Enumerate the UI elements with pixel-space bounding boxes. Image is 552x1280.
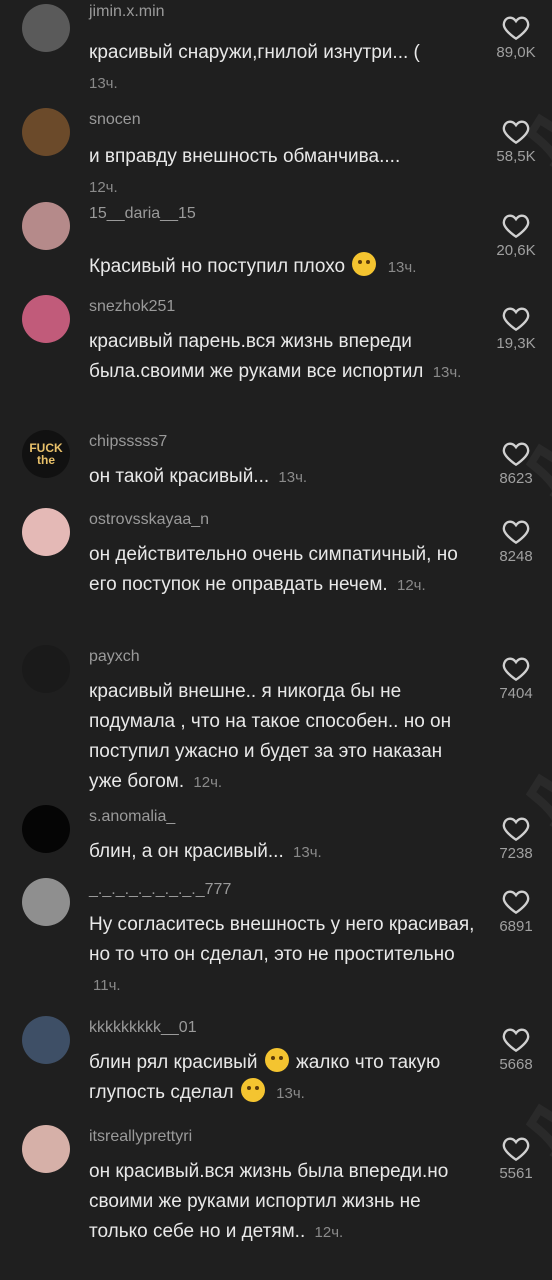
comment-text: Ну согласитесь внешность у него красивая… <box>89 910 479 1001</box>
like-count: 20,6K <box>496 242 536 259</box>
like-button[interactable]: 5668 <box>488 1026 544 1073</box>
comment-time: 13ч. <box>278 469 308 486</box>
comment-time: 12ч. <box>89 179 118 196</box>
comment-body: блин, а он красивый... <box>89 841 284 862</box>
avatar[interactable] <box>22 202 70 250</box>
avatar[interactable] <box>22 1016 70 1064</box>
comment-text: красивый снаружи,гнилой изнутри... ( 13ч… <box>89 38 479 99</box>
avatar[interactable] <box>22 508 70 556</box>
comment-text: блин рял красивый жалко что такую глупос… <box>89 1048 479 1109</box>
comment-text: красивый парень.вся жизнь впереди была.с… <box>89 327 479 388</box>
comment-time: 13ч. <box>276 1085 305 1102</box>
comment-username[interactable]: s.anomalia_ <box>89 808 175 826</box>
comment-body: он такой красивый... <box>89 466 270 487</box>
like-button[interactable]: 8248 <box>488 518 544 565</box>
comment-username[interactable]: 15__daria__15 <box>89 205 196 223</box>
like-button[interactable]: 8623 <box>488 440 544 487</box>
like-button[interactable]: 5561 <box>488 1135 544 1182</box>
heart-icon <box>502 890 530 914</box>
comment-time: 12ч. <box>314 1224 344 1241</box>
comment-username[interactable]: ostrovsskayaa_n <box>89 511 209 529</box>
comment-body: он красивый.вся жизнь была впереди.но св… <box>89 1161 449 1242</box>
comment-time: 13ч. <box>89 75 118 92</box>
like-count: 5561 <box>499 1165 533 1182</box>
like-count: 19,3K <box>496 335 536 352</box>
like-count: 58,5K <box>496 148 536 165</box>
pensive-emoji-icon <box>352 252 377 276</box>
avatar[interactable]: FUCK the <box>22 430 70 478</box>
comment-username[interactable]: kkkkkkkkk__01 <box>89 1019 197 1037</box>
like-count: 6891 <box>499 918 533 935</box>
comment-body: красивый внешне.. я никогда бы не подума… <box>89 681 452 792</box>
like-count: 7404 <box>499 685 533 702</box>
comment-username[interactable]: snocen <box>89 111 141 129</box>
comment-text: он такой красивый... 13ч. <box>89 462 479 493</box>
comment-username[interactable]: itsreallyprettyri <box>89 1128 192 1146</box>
like-button[interactable]: 7404 <box>488 655 544 702</box>
like-count: 89,0K <box>496 44 536 61</box>
comment-text: Красивый но поступил плохо 13ч. <box>89 252 479 283</box>
heart-icon <box>502 520 530 544</box>
heart-icon <box>502 657 530 681</box>
avatar[interactable] <box>22 1125 70 1173</box>
like-button[interactable]: 58,5K <box>488 118 544 165</box>
comment-body: блин рял красивый <box>89 1052 258 1073</box>
like-button[interactable]: 7238 <box>488 815 544 862</box>
comment-text: красивый внешне.. я никогда бы не подума… <box>89 677 479 798</box>
comment-text: блин, а он красивый... 13ч. <box>89 837 479 868</box>
like-count: 8623 <box>499 470 533 487</box>
pleading-emoji-icon <box>264 1048 289 1072</box>
avatar[interactable] <box>22 645 70 693</box>
avatar[interactable] <box>22 878 70 926</box>
like-count: 8248 <box>499 548 533 565</box>
like-count: 7238 <box>499 845 533 862</box>
comment-username[interactable]: _._._._._._._._._777 <box>89 881 231 899</box>
like-button[interactable]: 6891 <box>488 888 544 935</box>
comment-body: красивый снаружи,гнилой изнутри... ( <box>89 42 420 63</box>
heart-icon <box>502 120 530 144</box>
heart-icon <box>502 1028 530 1052</box>
avatar[interactable] <box>22 295 70 343</box>
heart-icon <box>502 817 530 841</box>
comment-body: красивый парень.вся жизнь впереди была.с… <box>89 331 424 382</box>
heart-icon <box>502 16 530 40</box>
comment-time: 12ч. <box>396 577 426 594</box>
heart-icon <box>502 214 530 238</box>
comment-time: 13ч. <box>293 844 322 861</box>
like-button[interactable]: 20,6K <box>488 212 544 259</box>
comment-body: и вправду внешность обманчива.... <box>89 146 401 167</box>
avatar[interactable] <box>22 108 70 156</box>
comment-username[interactable]: snezhok251 <box>89 298 175 316</box>
comment-username[interactable]: jimin.x.min <box>89 3 165 21</box>
comment-text: он красивый.вся жизнь была впереди.но св… <box>89 1157 479 1248</box>
comment-body: Красивый но поступил плохо <box>89 256 346 277</box>
comment-list: jimin.x.min красивый снаружи,гнилой изну… <box>0 0 552 1280</box>
like-button[interactable]: 89,0K <box>488 14 544 61</box>
like-button[interactable]: 19,3K <box>488 305 544 352</box>
comment-text: он действительно очень симпатичный, но е… <box>89 540 479 601</box>
heart-icon <box>502 1137 530 1161</box>
heart-icon <box>502 307 530 331</box>
like-count: 5668 <box>499 1056 533 1073</box>
hushed-emoji-icon <box>240 1078 265 1102</box>
comment-body: Ну согласитесь внешность у него красивая… <box>89 914 475 965</box>
comment-time: 12ч. <box>193 774 223 791</box>
comment-time: 11ч. <box>93 977 121 994</box>
heart-icon <box>502 442 530 466</box>
comment-username[interactable]: payxch <box>89 648 140 666</box>
comment-username[interactable]: chipsssss7 <box>89 433 167 451</box>
avatar[interactable] <box>22 805 70 853</box>
comment-text: и вправду внешность обманчива.... 12ч. <box>89 142 479 203</box>
comment-time: 13ч. <box>432 364 462 381</box>
avatar-text: FUCK the <box>29 441 63 467</box>
comment-time: 13ч. <box>387 259 417 276</box>
avatar[interactable] <box>22 4 70 52</box>
